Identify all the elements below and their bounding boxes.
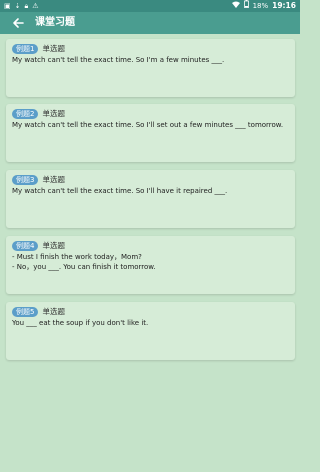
question-text: You ___ eat the soup if you don't like i… xyxy=(12,319,289,329)
download-icon: ⇣ xyxy=(14,2,21,10)
wifi-icon xyxy=(231,0,240,12)
question-header: 例题4 单选题 xyxy=(12,240,65,251)
question-number-badge: 例题3 xyxy=(12,174,39,185)
question-card-5[interactable]: 例题5 单选题 You ___ eat the soup if you don'… xyxy=(6,302,295,360)
question-header: 例题5 单选题 xyxy=(12,306,65,317)
app-bar: 课堂习题 xyxy=(0,12,300,34)
lock-icon: 🔒︎ xyxy=(24,2,29,10)
warning-icon: ⚠︎ xyxy=(32,2,39,10)
image-icon: ▣ xyxy=(4,2,11,10)
status-bar: ▣ ⇣ 🔒︎ ⚠︎ 18% 19:16 xyxy=(0,0,300,12)
question-type: 单选题 xyxy=(42,109,65,118)
question-card-1[interactable]: 例题1 单选题 My watch can't tell the exact ti… xyxy=(6,39,295,97)
question-text: My watch can't tell the exact time. So I… xyxy=(12,121,289,131)
question-number-badge: 例题5 xyxy=(12,306,39,317)
question-line: My watch can't tell the exact time. So I… xyxy=(12,121,284,129)
question-header: 例题3 单选题 xyxy=(12,174,65,185)
question-line: - Must I finish the work today，Mom? xyxy=(12,253,142,261)
question-card-4[interactable]: 例题4 单选题 - Must I finish the work today，M… xyxy=(6,236,295,294)
status-notification-icons: ▣ ⇣ 🔒︎ ⚠︎ xyxy=(4,0,39,12)
question-header: 例题2 单选题 xyxy=(12,108,65,119)
page-title: 课堂习题 xyxy=(35,17,75,28)
status-system-icons: 18% 19:16 xyxy=(231,0,296,12)
question-number-badge: 例题2 xyxy=(12,108,39,119)
question-number-badge: 例题4 xyxy=(12,240,39,251)
question-line: My watch can't tell the exact time. So I… xyxy=(12,187,228,195)
question-text: - Must I finish the work today，Mom? - No… xyxy=(12,253,289,272)
question-line: - No，you ___. You can finish it tomorrow… xyxy=(12,262,156,271)
question-type: 单选题 xyxy=(42,175,65,184)
question-type: 单选题 xyxy=(42,241,65,250)
status-time: 19:16 xyxy=(272,1,296,10)
question-header: 例题1 单选题 xyxy=(12,43,65,54)
question-text: My watch can't tell the exact time. So I… xyxy=(12,187,289,197)
question-type: 单选题 xyxy=(42,44,65,53)
question-card-2[interactable]: 例题2 单选题 My watch can't tell the exact ti… xyxy=(6,104,295,162)
question-line: You ___ eat the soup if you don't like i… xyxy=(12,319,149,327)
question-number-badge: 例题1 xyxy=(12,43,39,54)
battery-icon xyxy=(243,0,249,12)
question-type: 单选题 xyxy=(42,307,65,316)
question-line: My watch can't tell the exact time. So I… xyxy=(12,56,225,64)
battery-percent: 18% xyxy=(252,2,269,10)
question-text: My watch can't tell the exact time. So I… xyxy=(12,56,289,66)
back-arrow-icon[interactable] xyxy=(10,15,26,31)
question-card-3[interactable]: 例题3 单选题 My watch can't tell the exact ti… xyxy=(6,170,295,228)
